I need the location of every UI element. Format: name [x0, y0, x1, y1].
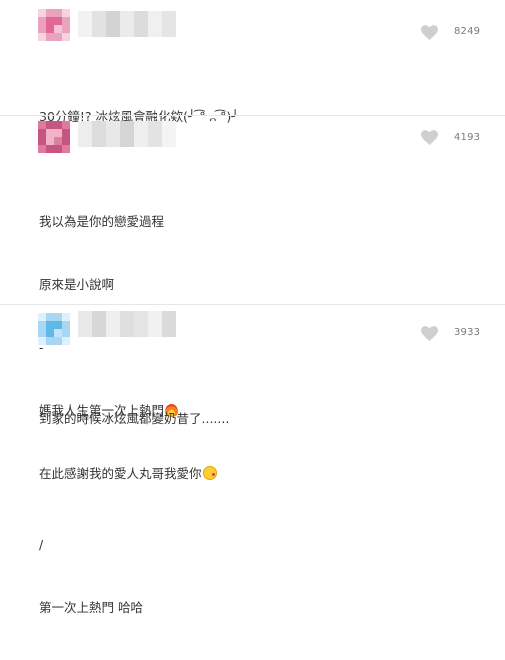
avatar-pixel — [38, 33, 46, 41]
heart-icon[interactable] — [421, 130, 438, 145]
avatar-pixel — [62, 25, 70, 33]
avatar-pixel — [38, 145, 46, 153]
comment-line: 我以為是你的戀愛過程 — [39, 214, 165, 229]
avatar-pixel — [38, 17, 46, 25]
avatar-pixel — [54, 129, 62, 137]
avatar-pixel — [62, 313, 70, 321]
username-pixel — [78, 121, 92, 147]
comment-item: 3933 到家的時候冰炫風都變奶昔了....... / 第一次上熱門 哈哈 — [0, 305, 505, 615]
username-pixel — [120, 11, 134, 37]
username[interactable] — [78, 121, 176, 147]
avatar-pixel — [46, 337, 54, 345]
username[interactable] — [78, 311, 176, 337]
heart-icon[interactable] — [421, 25, 438, 40]
username-pixel — [148, 11, 162, 37]
avatar-pixel — [54, 145, 62, 153]
avatar-pixel — [46, 25, 54, 33]
username[interactable] — [78, 11, 176, 37]
avatar-pixel — [38, 329, 46, 337]
avatar-pixel — [54, 121, 62, 129]
avatar-pixel — [62, 17, 70, 25]
avatar-pixel — [46, 313, 54, 321]
avatar-pixel — [62, 145, 70, 153]
username-pixel — [134, 121, 148, 147]
avatar-pixel — [62, 121, 70, 129]
avatar-pixel — [62, 137, 70, 145]
avatar-pixel — [54, 313, 62, 321]
avatar-pixel — [62, 129, 70, 137]
avatar-pixel — [54, 137, 62, 145]
avatar-pixel — [46, 321, 54, 329]
username-pixel — [92, 311, 106, 337]
avatar-pixel — [46, 33, 54, 41]
comment-line: 第一次上熱門 哈哈 — [39, 600, 143, 615]
like-count: 8249 — [454, 26, 481, 37]
comment-line: 到家的時候冰炫風都變奶昔了....... — [39, 411, 230, 426]
avatar-pixel — [54, 25, 62, 33]
username-pixel — [106, 311, 120, 337]
avatar-pixel — [38, 121, 46, 129]
like-count: 4193 — [454, 132, 481, 143]
avatar[interactable] — [38, 9, 70, 41]
username-pixel — [78, 311, 92, 337]
avatar-pixel — [46, 129, 54, 137]
avatar-pixel — [46, 329, 54, 337]
avatar[interactable] — [38, 121, 70, 153]
username-pixel — [78, 11, 92, 37]
heart-icon[interactable] — [421, 326, 438, 341]
username-pixel — [120, 311, 134, 337]
avatar-pixel — [54, 321, 62, 329]
username-pixel — [92, 11, 106, 37]
avatar-pixel — [62, 329, 70, 337]
username-pixel — [162, 11, 176, 37]
username-pixel — [106, 121, 120, 147]
comment-line — [39, 471, 229, 492]
avatar-pixel — [46, 145, 54, 153]
comment-line: 原來是小說啊 — [39, 277, 115, 292]
avatar-pixel — [54, 9, 62, 17]
avatar-pixel — [38, 129, 46, 137]
username-pixel — [148, 311, 162, 337]
username-pixel — [120, 121, 134, 147]
avatar-pixel — [46, 137, 54, 145]
username-pixel — [162, 121, 176, 147]
username-pixel — [148, 121, 162, 147]
avatar-pixel — [38, 25, 46, 33]
comment-text: 到家的時候冰炫風都變奶昔了....... / 第一次上熱門 哈哈 — [39, 366, 229, 660]
comment-item: 4193 我以為是你的戀愛過程 原來是小說啊 - 媽我人生第一次上熱門 在此感謝… — [0, 116, 505, 481]
username-pixel — [92, 121, 106, 147]
username-pixel — [106, 11, 120, 37]
avatar-pixel — [54, 337, 62, 345]
avatar-pixel — [46, 9, 54, 17]
avatar-pixel — [38, 137, 46, 145]
avatar-pixel — [46, 121, 54, 129]
avatar-pixel — [62, 321, 70, 329]
avatar-pixel — [38, 313, 46, 321]
like-count: 3933 — [454, 327, 481, 338]
avatar-pixel — [62, 9, 70, 17]
comment-line: / — [39, 537, 44, 552]
avatar-pixel — [62, 337, 70, 345]
avatar-pixel — [54, 17, 62, 25]
avatar[interactable] — [38, 313, 70, 345]
avatar-pixel — [38, 9, 46, 17]
avatar-pixel — [46, 17, 54, 25]
avatar-pixel — [62, 33, 70, 41]
avatar-pixel — [38, 337, 46, 345]
username-pixel — [134, 11, 148, 37]
avatar-pixel — [38, 321, 46, 329]
username-pixel — [162, 311, 176, 337]
avatar-pixel — [54, 329, 62, 337]
avatar-pixel — [54, 33, 62, 41]
comment-item: 8249 30分鐘!? 冰炫風會融化欸(╯ ͡° ᎔ ͡°)╯ — [0, 0, 505, 124]
username-pixel — [134, 311, 148, 337]
